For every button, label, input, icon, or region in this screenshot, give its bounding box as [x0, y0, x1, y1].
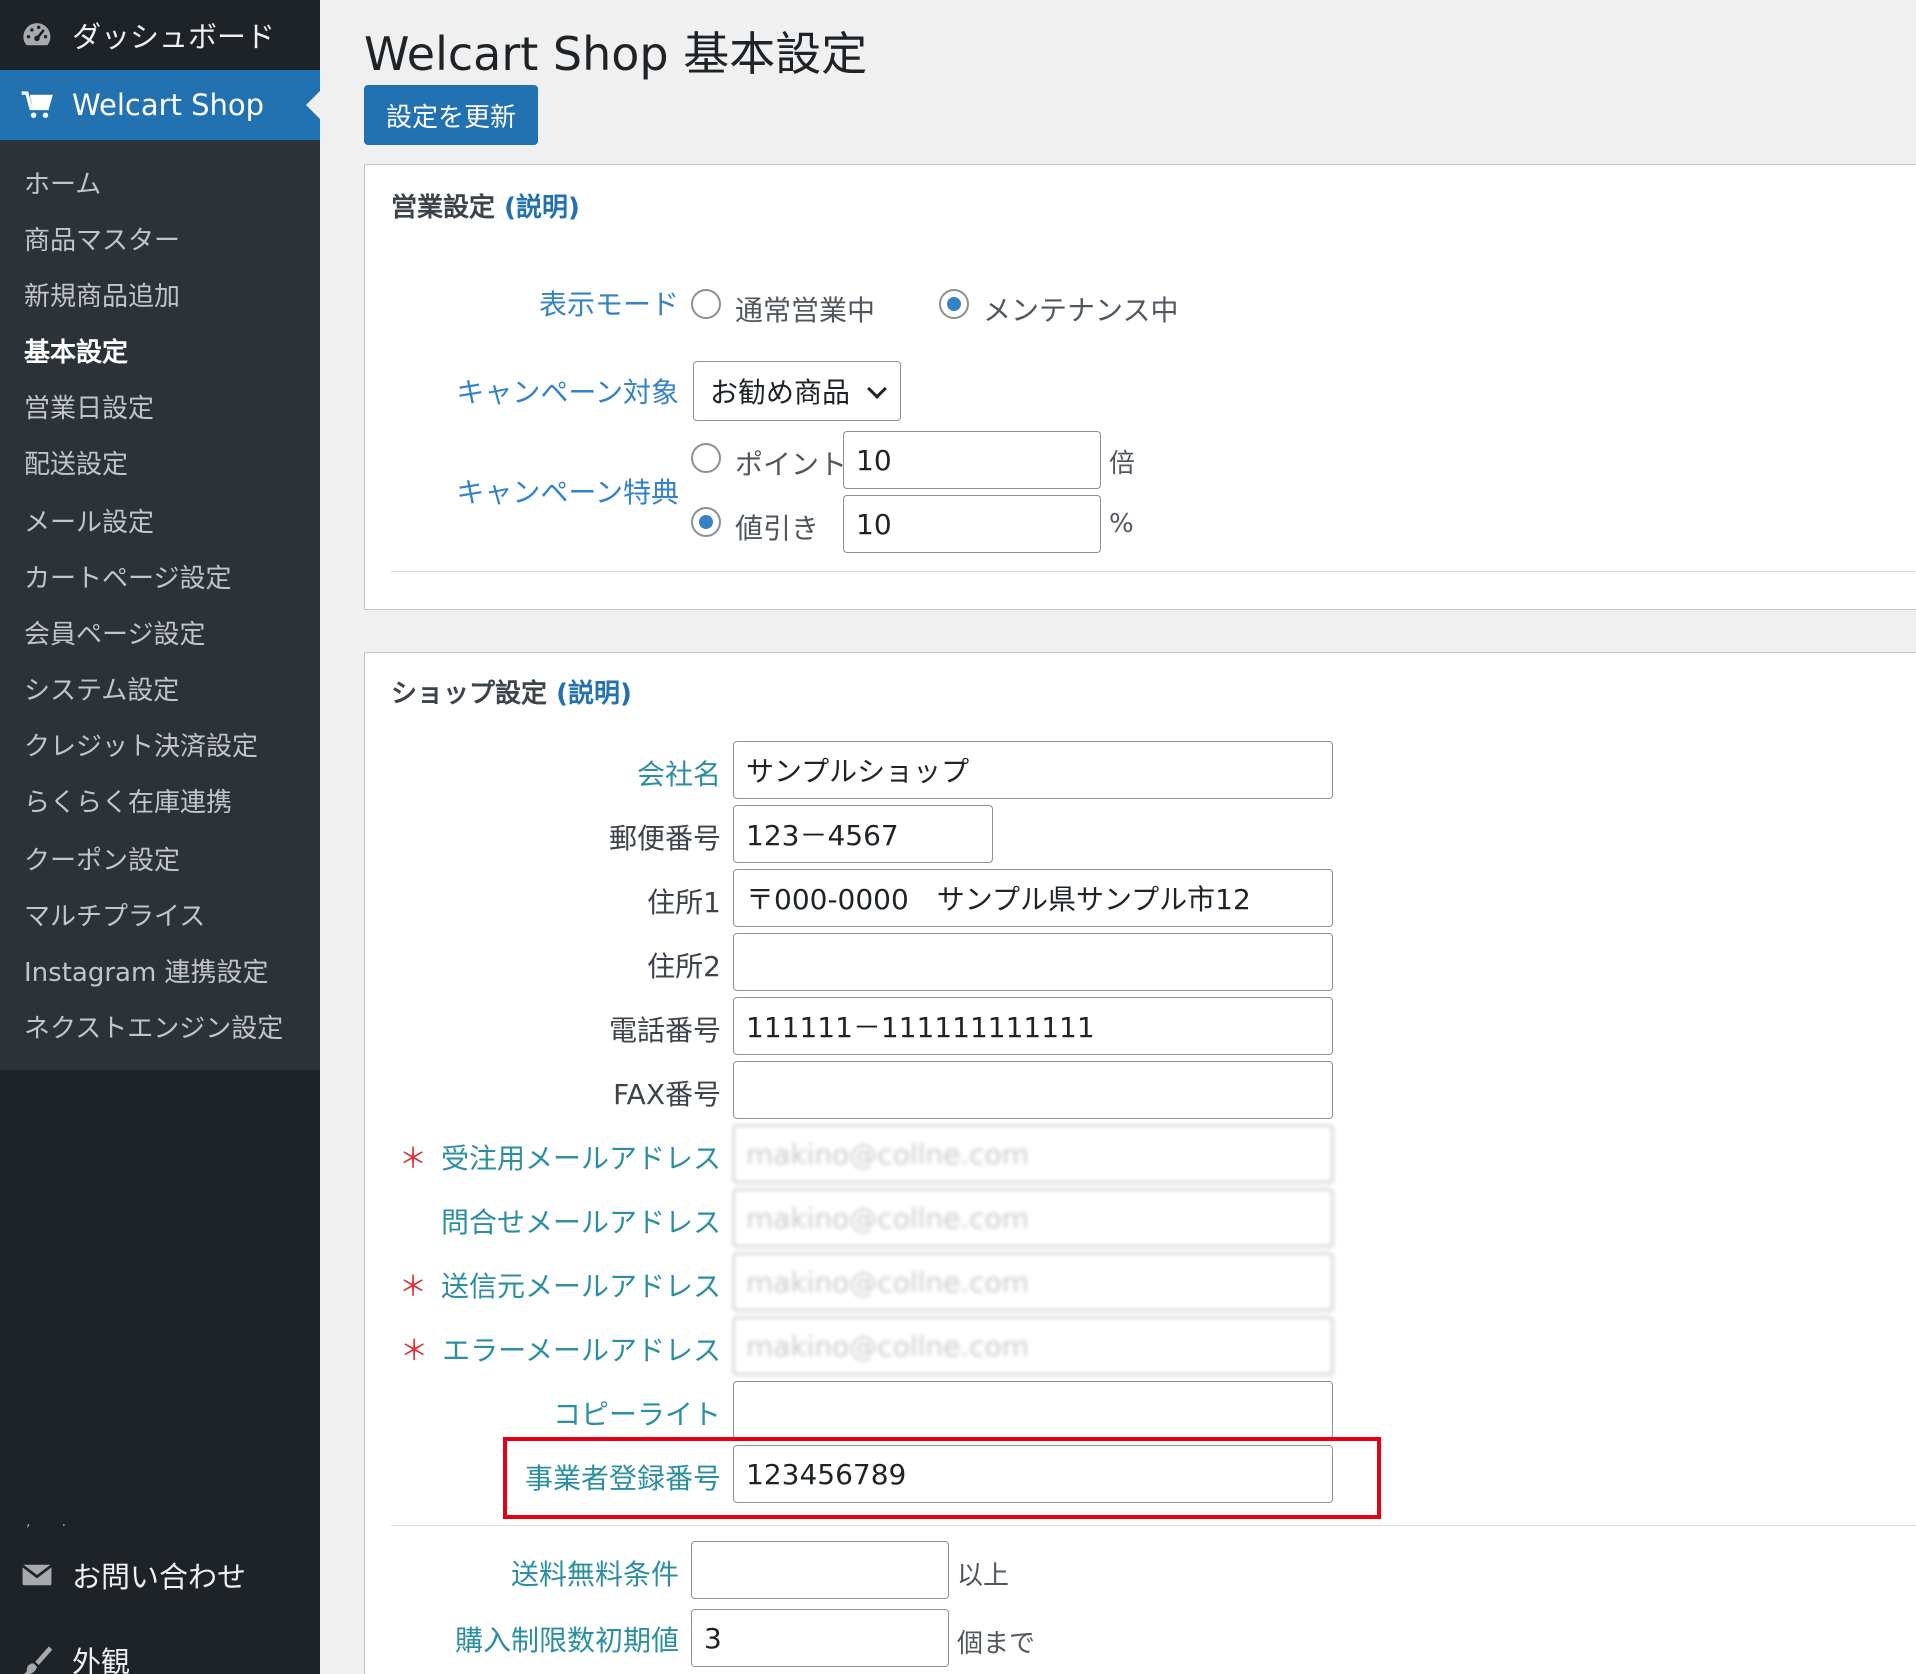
display-mode-label: 表示モード	[538, 288, 679, 321]
update-settings-button[interactable]: 設定を更新	[364, 85, 538, 145]
submenu-business-days[interactable]: 営業日設定	[24, 388, 154, 425]
free-shipping-label: 送料無料条件	[510, 1558, 679, 1591]
point-rate-input[interactable]	[843, 431, 1101, 489]
shop-help-link[interactable]: (説明)	[556, 679, 632, 709]
submenu-cart-page[interactable]: カートページ設定	[24, 558, 231, 595]
tel-input[interactable]	[733, 997, 1333, 1055]
purchase-limit-unit: 個まで	[957, 1629, 1036, 1659]
mode-maintenance-radio[interactable]	[939, 289, 969, 319]
business-help-link[interactable]: (説明)	[504, 193, 580, 223]
address1-input[interactable]	[733, 869, 1333, 927]
zip-label: 郵便番号	[608, 822, 721, 855]
admin-sidebar: ダッシュボード Welcart Shop ホーム 商品マスター 新規商品追加 基…	[0, 0, 320, 1674]
sender-mail-input[interactable]	[733, 1253, 1333, 1311]
menu-appearance[interactable]: 外観	[0, 1625, 320, 1674]
discount-rate-input[interactable]	[843, 495, 1101, 553]
divider	[391, 1525, 1916, 1526]
submenu-item-master[interactable]: 商品マスター	[24, 220, 180, 257]
menu-dashboard-label: ダッシュボード	[72, 20, 276, 54]
purchase-limit-input[interactable]	[691, 1609, 949, 1667]
order-mail-input[interactable]	[733, 1125, 1333, 1183]
submenu-system[interactable]: システム設定	[24, 670, 179, 707]
current-menu-arrow	[306, 91, 320, 119]
error-mail-input[interactable]	[733, 1317, 1333, 1375]
submenu-mail[interactable]: メール設定	[24, 502, 154, 539]
page-title: Welcart Shop 基本設定	[364, 27, 868, 81]
highlight-annotation-box	[503, 1437, 1381, 1519]
address2-input[interactable]	[733, 933, 1333, 991]
required-mark: ＊	[398, 1270, 427, 1303]
submenu-next-engine[interactable]: ネクストエンジン設定	[24, 1008, 283, 1045]
mode-normal-radio[interactable]	[691, 289, 721, 319]
purchase-limit-label: 購入制限数初期値	[454, 1624, 679, 1657]
menu-separator-dots: , .	[26, 1514, 67, 1530]
submenu-stock[interactable]: らくらく在庫連携	[24, 782, 232, 819]
campaign-target-value: お勧め商品	[710, 376, 851, 409]
menu-dashboard[interactable]: ダッシュボード	[0, 0, 320, 70]
fax-input[interactable]	[733, 1061, 1333, 1119]
campaign-target-label: キャンペーン対象	[456, 376, 679, 409]
submenu-credit[interactable]: クレジット決済設定	[24, 726, 258, 763]
divider	[391, 571, 1916, 572]
campaign-benefit-label: キャンペーン特典	[456, 476, 679, 509]
error-mail-label: ＊エラーメールアドレス	[400, 1334, 721, 1367]
inquiry-mail-label: 問合せメールアドレス	[440, 1206, 721, 1239]
menu-contact-label: お問い合わせ	[72, 1560, 247, 1594]
submenu-home[interactable]: ホーム	[24, 164, 101, 201]
copyright-input[interactable]	[733, 1381, 1333, 1439]
free-shipping-unit: 以上	[957, 1561, 1010, 1591]
submenu-instagram[interactable]: Instagram 連携設定	[24, 952, 269, 989]
menu-welcart-shop[interactable]: Welcart Shop	[0, 70, 320, 140]
chevron-down-icon	[867, 379, 887, 399]
benefit-discount-radio[interactable]	[691, 507, 721, 537]
dashboard-icon	[23, 23, 51, 46]
shop-settings-box: ショップ設定 (説明) 会社名 郵便番号 住所1 住所2 電話番号 FAX番号 …	[364, 652, 1916, 1674]
shop-settings-title: ショップ設定 (説明)	[391, 679, 632, 709]
benefit-point-label: ポイント	[735, 448, 848, 481]
zip-input[interactable]	[733, 805, 993, 863]
menu-contact[interactable]: お問い合わせ	[0, 1540, 320, 1610]
brush-icon	[23, 1646, 53, 1674]
business-settings-box: 営業設定 (説明) 表示モード 通常営業中 メンテナンス中 キャンペーン対象 お…	[364, 164, 1916, 610]
submenu-new-item[interactable]: 新規商品追加	[24, 276, 180, 313]
fax-label: FAX番号	[613, 1078, 721, 1111]
address1-label: 住所1	[647, 886, 721, 919]
business-settings-title: 営業設定 (説明)	[391, 193, 580, 223]
company-name-input[interactable]	[733, 741, 1333, 799]
mode-normal-label: 通常営業中	[735, 294, 876, 327]
required-mark: ＊	[400, 1334, 429, 1367]
cart-icon	[21, 91, 53, 118]
campaign-target-select[interactable]: お勧め商品	[693, 361, 901, 421]
order-mail-label: ＊受注用メールアドレス	[398, 1142, 721, 1175]
submenu-basic-settings[interactable]: 基本設定	[24, 332, 128, 369]
tel-label: 電話番号	[608, 1014, 721, 1047]
inquiry-mail-input[interactable]	[733, 1189, 1333, 1247]
menu-welcart-label: Welcart Shop	[72, 88, 265, 122]
submenu-coupon[interactable]: クーポン設定	[24, 840, 180, 877]
required-mark: ＊	[398, 1142, 427, 1175]
benefit-point-radio[interactable]	[691, 443, 721, 473]
submenu-multiprice[interactable]: マルチプライス	[24, 896, 205, 933]
benefit-discount-label: 値引き	[735, 512, 820, 545]
copyright-label: コピーライト	[552, 1398, 721, 1431]
submenu-delivery[interactable]: 配送設定	[24, 444, 128, 481]
welcart-submenu: ホーム 商品マスター 新規商品追加 基本設定 営業日設定 配送設定 メール設定 …	[0, 140, 320, 1070]
mail-icon	[21, 1564, 53, 1586]
discount-unit: %	[1109, 509, 1134, 539]
address2-label: 住所2	[647, 950, 721, 983]
submenu-member-page[interactable]: 会員ページ設定	[24, 614, 205, 651]
menu-appearance-label: 外観	[72, 1645, 131, 1674]
sender-mail-label: ＊送信元メールアドレス	[398, 1270, 721, 1303]
point-unit: 倍	[1109, 449, 1136, 479]
free-shipping-input[interactable]	[691, 1541, 949, 1599]
company-name-label: 会社名	[636, 758, 721, 791]
mode-maintenance-label: メンテナンス中	[983, 294, 1179, 327]
